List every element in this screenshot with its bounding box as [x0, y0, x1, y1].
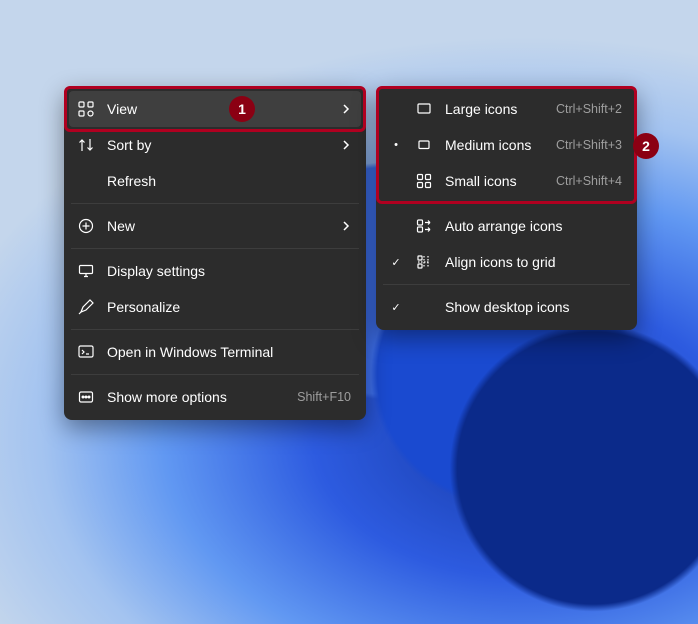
desktop-context-menu: View Sort by Refresh New Display setting…: [64, 86, 366, 420]
menu-item-label: View: [107, 101, 329, 117]
menu-separator: [71, 203, 359, 204]
menu-item-personalize[interactable]: Personalize: [69, 289, 361, 325]
view-submenu: Large icons Ctrl+Shift+2 • Medium icons …: [376, 86, 637, 330]
submenu-item-auto-arrange[interactable]: Auto arrange icons: [381, 208, 632, 244]
menu-item-shortcut: Ctrl+Shift+3: [556, 138, 622, 152]
auto-arrange-icon: [415, 217, 433, 235]
menu-item-label: New: [107, 218, 329, 234]
new-icon: [77, 217, 95, 235]
menu-item-show-more-options[interactable]: Show more options Shift+F10: [69, 379, 361, 415]
personalize-icon: [77, 298, 95, 316]
submenu-item-align-grid[interactable]: ✓ Align icons to grid: [381, 244, 632, 280]
radio-indicator-selected: •: [389, 139, 403, 151]
menu-item-view[interactable]: View: [69, 91, 361, 127]
submenu-item-show-desktop-icons[interactable]: ✓ Show desktop icons: [381, 289, 632, 325]
menu-item-label: Large icons: [445, 101, 544, 117]
menu-item-label: Open in Windows Terminal: [107, 344, 351, 360]
display-icon: [77, 262, 95, 280]
menu-item-label: Medium icons: [445, 137, 544, 153]
menu-separator: [71, 329, 359, 330]
menu-item-label: Auto arrange icons: [445, 218, 622, 234]
more-options-icon: [77, 388, 95, 406]
menu-item-shortcut: Shift+F10: [297, 390, 351, 404]
submenu-item-large-icons[interactable]: Large icons Ctrl+Shift+2: [381, 91, 632, 127]
menu-item-refresh[interactable]: Refresh: [69, 163, 361, 199]
submenu-item-small-icons[interactable]: Small icons Ctrl+Shift+4: [381, 163, 632, 199]
menu-separator: [383, 284, 630, 285]
menu-separator: [71, 248, 359, 249]
menu-item-new[interactable]: New: [69, 208, 361, 244]
menu-item-label: Show desktop icons: [445, 299, 622, 315]
view-icon: [77, 100, 95, 118]
menu-item-label: Refresh: [107, 173, 351, 189]
menu-item-label: Small icons: [445, 173, 544, 189]
small-icons-icon: [415, 172, 433, 190]
chevron-right-icon: [341, 221, 351, 231]
menu-item-label: Align icons to grid: [445, 254, 622, 270]
menu-separator: [71, 374, 359, 375]
sort-icon: [77, 136, 95, 154]
submenu-item-medium-icons[interactable]: • Medium icons Ctrl+Shift+3: [381, 127, 632, 163]
menu-item-label: Display settings: [107, 263, 351, 279]
menu-separator: [383, 203, 630, 204]
menu-item-label: Personalize: [107, 299, 351, 315]
menu-item-shortcut: Ctrl+Shift+4: [556, 174, 622, 188]
large-icons-icon: [415, 100, 433, 118]
menu-item-display-settings[interactable]: Display settings: [69, 253, 361, 289]
menu-item-open-terminal[interactable]: Open in Windows Terminal: [69, 334, 361, 370]
menu-item-label: Show more options: [107, 389, 285, 405]
chevron-right-icon: [341, 104, 351, 114]
check-indicator-checked: ✓: [389, 256, 403, 269]
align-grid-icon: [415, 253, 433, 271]
chevron-right-icon: [341, 140, 351, 150]
check-indicator-checked: ✓: [389, 301, 403, 314]
blank-icon: [415, 298, 433, 316]
menu-item-label: Sort by: [107, 137, 329, 153]
menu-item-shortcut: Ctrl+Shift+2: [556, 102, 622, 116]
blank-icon: [77, 172, 95, 190]
terminal-icon: [77, 343, 95, 361]
menu-item-sort-by[interactable]: Sort by: [69, 127, 361, 163]
medium-icons-icon: [415, 136, 433, 154]
